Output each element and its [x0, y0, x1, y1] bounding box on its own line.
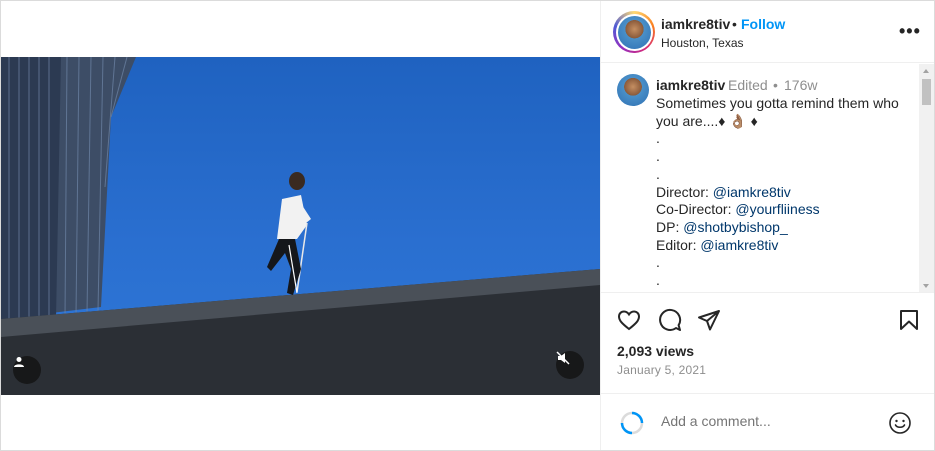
mention-link[interactable]: @iamkre8tiv — [700, 237, 778, 253]
scroll-thumb[interactable] — [922, 79, 931, 105]
mute-button[interactable] — [556, 351, 584, 379]
post-age[interactable]: 176w — [784, 77, 817, 93]
mention-link[interactable]: @shotbybishop_ — [683, 219, 788, 235]
comment-input[interactable] — [661, 413, 861, 429]
caption-username[interactable]: iamkre8tiv — [656, 77, 725, 93]
video-player[interactable] — [1, 57, 600, 395]
author-username[interactable]: iamkre8tiv — [661, 16, 730, 32]
tag-user-button[interactable] — [13, 356, 41, 384]
paper-plane-icon[interactable] — [697, 308, 721, 332]
caption-avatar[interactable] — [617, 74, 649, 106]
smiley-icon[interactable] — [888, 411, 912, 435]
comment-icon[interactable] — [658, 308, 682, 332]
video-frame — [1, 57, 600, 395]
story-avatar[interactable] — [613, 11, 655, 53]
follow-button[interactable]: Follow — [741, 16, 785, 32]
separator-dot: • — [773, 77, 778, 93]
mention-link[interactable]: @iamkre8tiv — [713, 184, 791, 200]
more-options-icon[interactable]: ••• — [899, 21, 921, 42]
bookmark-icon[interactable] — [897, 308, 921, 332]
speaker-muted-icon — [556, 351, 570, 365]
heart-icon[interactable] — [617, 308, 641, 332]
user-icon — [14, 357, 24, 367]
avatar — [617, 15, 651, 49]
scroll-up-icon[interactable] — [923, 69, 929, 73]
scroll-down-icon[interactable] — [923, 284, 929, 288]
action-bar — [601, 294, 934, 336]
post-date: January 5, 2021 — [617, 363, 707, 377]
separator-dot: • — [732, 16, 737, 32]
post-sidebar: iamkre8tiv • Follow Houston, Texas ••• i… — [601, 1, 934, 450]
loading-spinner-icon — [620, 411, 644, 435]
edited-label: Edited — [728, 77, 768, 93]
post-header: iamkre8tiv • Follow Houston, Texas ••• — [601, 1, 934, 63]
media-panel — [1, 1, 600, 450]
location-link[interactable]: Houston, Texas — [661, 36, 744, 50]
comment-bar — [601, 393, 934, 450]
caption-area: iamkre8tiv Edited • 176w Sometimes you g… — [601, 64, 934, 293]
caption-text: Sometimes you gotta remind them who you … — [656, 95, 899, 289]
view-count[interactable]: 2,093 views — [617, 343, 694, 359]
caption-scrollbar[interactable] — [919, 64, 934, 292]
mention-link[interactable]: @yourfliiness — [735, 201, 819, 217]
